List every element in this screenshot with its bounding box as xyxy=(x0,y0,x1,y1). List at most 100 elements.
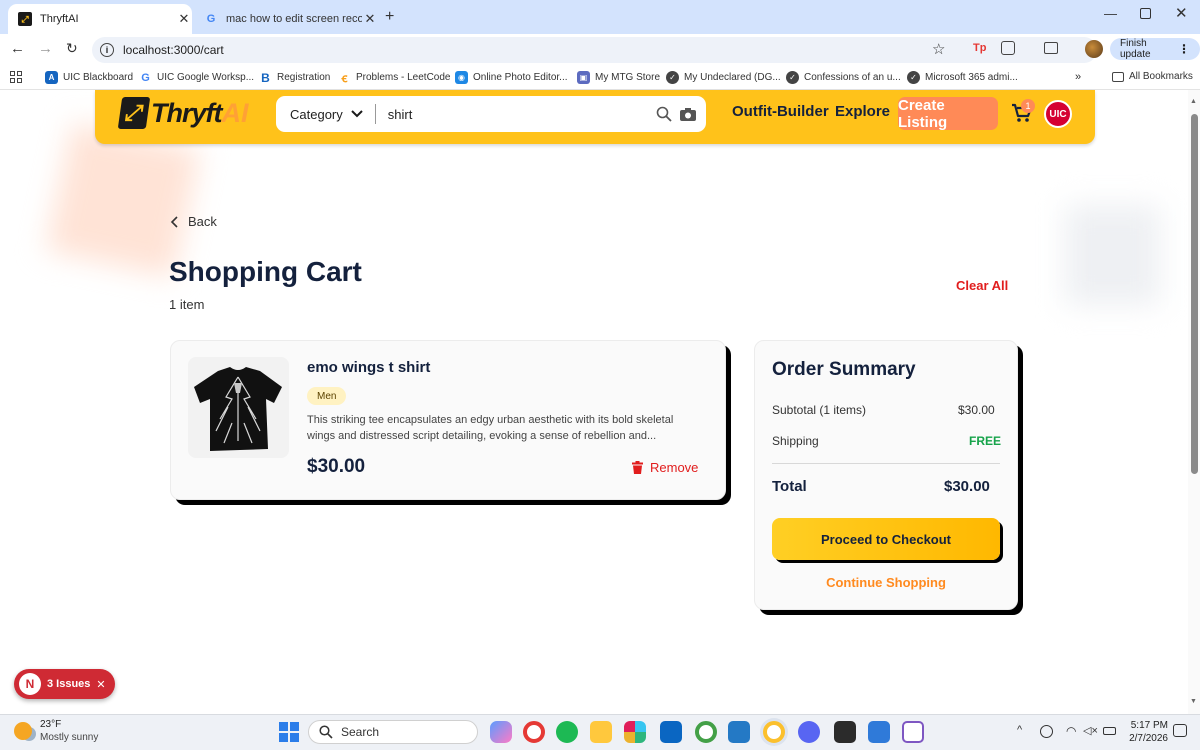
new-tab-button[interactable]: + xyxy=(385,8,394,26)
system-clock[interactable]: 5:17 PM 2/7/2026 xyxy=(1126,719,1168,745)
scrollbar-thumb[interactable] xyxy=(1191,114,1198,474)
restore-window-icon[interactable] xyxy=(1140,8,1151,19)
back-button[interactable]: Back xyxy=(170,214,217,229)
wifi-icon[interactable]: ◠ xyxy=(1066,724,1076,738)
start-windows-icon[interactable] xyxy=(279,722,299,742)
blackboard-icon: A xyxy=(45,71,58,84)
bookmark-uic-blackboard[interactable]: A UIC Blackboard xyxy=(45,71,133,84)
notifications-icon[interactable] xyxy=(1173,724,1187,737)
search-input[interactable]: shirt xyxy=(388,107,656,122)
bookmarks-bar: A UIC Blackboard G UIC Google Worksp... BR… xyxy=(0,66,1200,90)
banner-b-icon: B xyxy=(261,70,270,85)
product-name[interactable]: emo wings t shirt xyxy=(307,359,430,376)
search-divider xyxy=(374,104,376,124)
snipping-tool-icon[interactable] xyxy=(902,721,924,743)
product-image[interactable] xyxy=(188,357,289,458)
address-bar[interactable]: i localhost:3000/cart xyxy=(92,37,1097,63)
battery-icon[interactable] xyxy=(1103,727,1116,735)
vscode-icon[interactable] xyxy=(728,721,750,743)
file-explorer-icon[interactable] xyxy=(590,721,612,743)
chrome-profile-icon[interactable] xyxy=(695,721,717,743)
proceed-to-checkout-button[interactable]: Proceed to Checkout xyxy=(772,518,1000,560)
nav-explore[interactable]: Explore xyxy=(835,103,890,120)
close-tab-icon[interactable]: ✕ xyxy=(362,11,378,27)
search-icon[interactable] xyxy=(656,106,672,122)
subtotal-value: $30.00 xyxy=(958,403,995,417)
logo-text: Thryft xyxy=(151,97,222,128)
clock-date: 2/7/2026 xyxy=(1129,733,1168,744)
copilot-icon[interactable] xyxy=(490,721,512,743)
page-scrollbar[interactable]: ▲ ▼ xyxy=(1188,90,1200,714)
close-icon[interactable]: ✕ xyxy=(96,678,105,691)
bookmark-leetcode[interactable]: ꞓ Problems - LeetCode xyxy=(338,71,451,85)
clear-all-button[interactable]: Clear All xyxy=(956,278,1008,293)
discord-icon[interactable] xyxy=(798,721,820,743)
bookmark-label: Online Photo Editor... xyxy=(473,72,568,83)
scroll-down-icon[interactable]: ▼ xyxy=(1190,698,1197,705)
partly-sunny-icon xyxy=(14,722,32,740)
volume-muted-icon[interactable]: ◁× xyxy=(1083,724,1098,737)
more-menu-icon[interactable]: ⋮ xyxy=(1178,42,1190,56)
bookmark-microsoft-365[interactable]: ✓ Microsoft 365 admi... xyxy=(907,71,1018,84)
chrome-active-icon[interactable] xyxy=(763,721,785,743)
notepad-icon[interactable] xyxy=(868,721,890,743)
extensions-puzzle-icon[interactable] xyxy=(1001,41,1015,55)
taskbar-search[interactable]: Search xyxy=(308,720,478,744)
camera-icon[interactable] xyxy=(680,107,696,121)
more-bookmarks-button[interactable]: » xyxy=(1075,71,1081,83)
spotify-icon[interactable] xyxy=(556,721,578,743)
total-value: $30.00 xyxy=(944,478,990,495)
bookmark-confessions[interactable]: ✓ Confessions of an u... xyxy=(786,71,901,84)
bookmark-undeclared[interactable]: ✓ My Undeclared (DG... xyxy=(666,71,781,84)
apps-grid-icon[interactable] xyxy=(10,71,22,83)
bookmark-registration[interactable]: B Registration xyxy=(259,70,330,85)
remove-item-button[interactable]: Remove xyxy=(632,460,698,475)
thryftai-favicon-icon: ⤢ xyxy=(18,12,32,26)
finish-update-button[interactable]: Finish update ⋮ xyxy=(1110,38,1200,60)
terminal-icon[interactable] xyxy=(834,721,856,743)
slack-icon[interactable] xyxy=(624,721,646,743)
site-info-icon[interactable]: i xyxy=(100,43,114,57)
all-bookmarks-button[interactable]: All Bookmarks xyxy=(1112,71,1193,82)
mtg-store-icon: ▣ xyxy=(577,71,590,84)
google-favicon-icon: G xyxy=(206,13,216,25)
outlook-icon[interactable] xyxy=(660,721,682,743)
google-icon: G xyxy=(141,71,150,84)
bookmark-photo-editor[interactable]: ◉ Online Photo Editor... xyxy=(455,71,568,84)
subtotal-label: Subtotal (1 items) xyxy=(772,403,867,417)
create-listing-button[interactable]: Create Listing xyxy=(898,97,998,131)
bookmark-label: My Undeclared (DG... xyxy=(684,72,781,83)
bookmark-label: UIC Blackboard xyxy=(63,72,134,83)
show-hidden-icons-icon[interactable]: ^ xyxy=(1017,724,1022,736)
shipping-value: FREE xyxy=(969,434,1002,448)
chrome-icon[interactable] xyxy=(523,721,545,743)
bookmark-mtg-store[interactable]: ▣ My MTG Store xyxy=(577,71,660,84)
logo-arrows-icon: ⤢ xyxy=(117,97,151,129)
dev-issues-badge[interactable]: N 3 Issues ✕ xyxy=(14,669,115,699)
tab-thryftai[interactable]: ⤢ ThryftAI ✕ xyxy=(8,4,192,34)
user-avatar[interactable]: UIC xyxy=(1044,100,1072,128)
reload-icon[interactable]: ↻ xyxy=(66,40,78,57)
scroll-up-icon[interactable]: ▲ xyxy=(1190,98,1197,105)
profile-avatar[interactable] xyxy=(1085,40,1103,58)
back-arrow-icon[interactable]: ← xyxy=(10,40,25,57)
chevron-left-icon xyxy=(170,215,178,228)
thryftai-logo[interactable]: ⤢ Thryft AI xyxy=(117,93,249,133)
bookmark-star-icon[interactable]: ☆ xyxy=(932,40,945,58)
weather-widget[interactable]: 23°F Mostly sunny xyxy=(14,718,98,744)
product-price: $30.00 xyxy=(307,456,366,477)
bookmark-uic-google-workspace[interactable]: G UIC Google Worksp... xyxy=(139,71,254,84)
location-off-icon[interactable] xyxy=(1040,725,1053,738)
tab-search-icon[interactable] xyxy=(1044,42,1058,54)
nav-outfit-builder[interactable]: Outfit-Builder xyxy=(732,103,829,120)
extension-tp-icon[interactable]: Tp xyxy=(973,42,986,54)
tab-google-search[interactable]: G mac how to edit screen recordi ✕ xyxy=(196,4,378,34)
close-tab-icon[interactable]: ✕ xyxy=(176,11,192,27)
forward-arrow-icon[interactable]: → xyxy=(38,40,53,57)
category-dropdown[interactable]: Category xyxy=(276,107,363,122)
close-window-icon[interactable]: ✕ xyxy=(1175,4,1188,22)
continue-shopping-link[interactable]: Continue Shopping xyxy=(772,575,1000,590)
minimize-window-icon[interactable]: — xyxy=(1104,6,1117,21)
page-title: Shopping Cart xyxy=(169,256,362,287)
tshirt-image xyxy=(194,367,282,451)
